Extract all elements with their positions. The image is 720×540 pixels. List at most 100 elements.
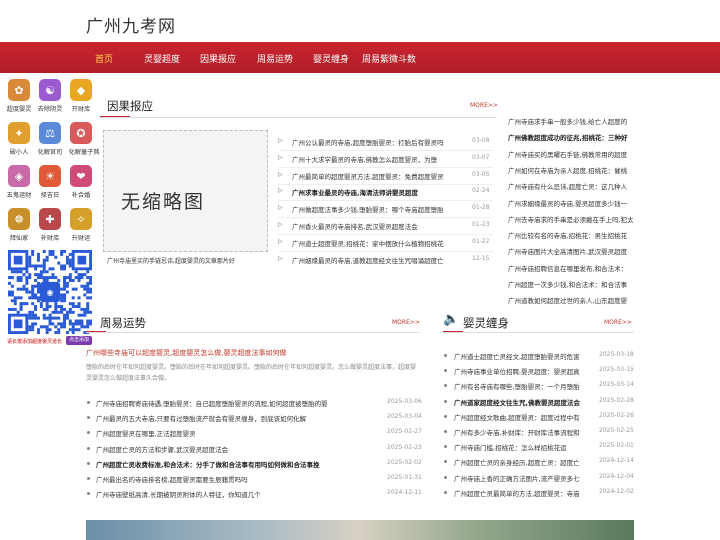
karma-item[interactable]: 广州求事业最灵的寺庙,海清法师讲婴灵超度 bbox=[292, 187, 444, 197]
karma-item[interactable]: 广州十大求学最灵的寺庙,佛教怎么超度婴灵，为堕 bbox=[292, 154, 444, 164]
side-item[interactable]: 广州寺庙有什么忌讳,超度亡灵：这几种人 bbox=[508, 181, 633, 191]
side-item[interactable]: 广州寺庙买的黑曜石手链,佛教常用的超度 bbox=[508, 149, 633, 159]
karma-more-link[interactable]: MORE>> bbox=[470, 102, 498, 109]
possess-item[interactable]: 广州寺庙事业单位招聘,婴灵超度：婴灵超真 bbox=[454, 366, 584, 376]
side-item[interactable]: 广州寺庙图片大全高清图片,武汉婴灵超度 bbox=[508, 246, 633, 256]
app-label: 补财库 bbox=[40, 234, 60, 242]
possess-item[interactable]: 广州寺庙上香的正确方法图片,流产婴灵多七 bbox=[454, 473, 584, 483]
bullet-dot-icon bbox=[444, 369, 447, 373]
app-8[interactable]: ❤ 补合婚 bbox=[68, 165, 94, 199]
triangle-bullet-icon: ▷ bbox=[278, 170, 283, 178]
karma-item[interactable]: 广州姻缘最灵的寺庙,道教超度经文往生咒唱诵超度亡 bbox=[292, 255, 444, 265]
app-11[interactable]: ✧ 升财运 bbox=[68, 208, 94, 242]
bullet-dot-icon bbox=[444, 490, 447, 494]
fortune-item-date: 2025-02-23 bbox=[387, 443, 422, 451]
nav-item-3[interactable]: 周易运势 bbox=[257, 52, 293, 65]
triangle-bullet-icon: ▷ bbox=[278, 153, 283, 161]
side-item[interactable]: 广州超度一次多少钱,和合法术：和合法事 bbox=[508, 279, 633, 289]
possess-item-date: 2025-03-14 bbox=[599, 381, 634, 389]
site-logo[interactable]: 广州九考网 bbox=[86, 12, 176, 37]
possess-item[interactable]: 广州道士超度亡灵经文,超度堕胎婴灵的危害 bbox=[454, 351, 584, 361]
fortune-item[interactable]: 广州寺庙招聘寄庙待遇,堕胎婴灵：自己超度堕胎婴灵的流程,如何超度被堕胎的婴 bbox=[96, 398, 381, 408]
fortune-item-date: 2024-12-11 bbox=[387, 489, 422, 497]
possess-more-link[interactable]: MORE>> bbox=[604, 319, 632, 326]
possess-item[interactable]: 广州超度亡灵最简单的方法,超度婴灵：寺庙 bbox=[454, 488, 584, 498]
app-2[interactable]: ◆ 开财库 bbox=[68, 79, 94, 113]
fortune-item[interactable]: 广州寺庙壁纸高清,长期被阴灵附体的人特征，你知道几个 bbox=[96, 489, 381, 499]
app-label: 补合婚 bbox=[71, 191, 91, 199]
side-item[interactable]: 广州道教如何超度过世的亲人,山东超度婴 bbox=[508, 295, 633, 305]
triangle-bullet-icon: ▷ bbox=[278, 254, 283, 262]
thumbnail-caption[interactable]: 广州寺庙里买的手链忌讳,超度婴灵的文章那片好 bbox=[107, 256, 272, 265]
side-item[interactable]: 广州如何在寺庙为亲人超度,招桃花：催桃 bbox=[508, 165, 633, 175]
app-label: 去除阴灵 bbox=[37, 105, 63, 113]
karma-divider bbox=[100, 117, 497, 118]
app-icon: ✪ bbox=[70, 122, 92, 144]
app-icon: ☸ bbox=[8, 208, 30, 230]
karma-item[interactable]: 广州香火最灵的寺庙排名,武汉婴灵超度法会 bbox=[292, 221, 444, 231]
app-label: 开财库 bbox=[71, 105, 91, 113]
row-divider bbox=[278, 200, 493, 202]
fortune-item-date: 2025-02-27 bbox=[387, 428, 422, 436]
fortune-item[interactable]: 广州超度婴灵在哪里,正法超度婴灵 bbox=[96, 428, 381, 438]
karma-item-date: 02-24 bbox=[472, 187, 490, 195]
app-4[interactable]: ⚖ 化解官司 bbox=[37, 122, 63, 156]
fortune-marker bbox=[86, 316, 92, 324]
app-1[interactable]: ☯ 去除阴灵 bbox=[37, 79, 63, 113]
triangle-bullet-icon: ▷ bbox=[278, 237, 283, 245]
fortune-summary: 堕胎的后时在年如何超度婴灵。堕胎的后时在年如何超度婴灵。堕胎的后时在年如何超度婴… bbox=[86, 364, 417, 382]
app-0[interactable]: ✿ 超度婴灵 bbox=[6, 79, 32, 113]
side-item[interactable]: 广州去寺庙求的手串是必须戴在手上吗,犯太 bbox=[508, 214, 633, 224]
possess-item[interactable]: 广州道家超度经文往生咒,佛教婴灵超度法会 bbox=[454, 397, 584, 407]
possess-title: 婴灵缠身 bbox=[463, 316, 509, 330]
fortune-item[interactable]: 广州最灵的五大寺庙,只要有过堕胎流产就会有婴灵缠身，到底该如何化解 bbox=[96, 413, 381, 423]
side-item[interactable]: 广州寺庙招聘信息在哪里发布,和合法术： bbox=[508, 263, 633, 273]
fortune-more-link[interactable]: MORE>> bbox=[392, 319, 420, 326]
karma-thumbnail[interactable]: 无缩略图 bbox=[103, 130, 268, 252]
nav-item-5[interactable]: 周易紫微斗数 bbox=[362, 52, 416, 65]
fortune-divider bbox=[86, 332, 420, 333]
nav-item-0[interactable]: 首页 bbox=[95, 52, 113, 65]
karma-item[interactable]: 广州公认最灵的寺庙,超度堕胎婴灵：打胎后有婴灵吗 bbox=[292, 137, 444, 147]
nav-item-4[interactable]: 婴灵缠身 bbox=[313, 52, 349, 65]
karma-item[interactable]: 广州道士超度婴灵,招桃花：家中摆放什么植物招桃花 bbox=[292, 238, 444, 248]
karma-item-date: 03-05 bbox=[472, 170, 490, 178]
possess-item[interactable]: 广州寺庙门槛,招桃花：怎么样招桃花运 bbox=[454, 442, 584, 452]
karma-item[interactable]: 广州做超度法事多少钱,堕胎婴灵：哪个寺庙超度堕胎 bbox=[292, 204, 444, 214]
karma-item[interactable]: 广州最简单的超度婴灵方法,超度婴灵：免费超度婴灵 bbox=[292, 171, 444, 181]
side-item[interactable]: 广州比较有名的寺庙,招桃花：男生招桃花 bbox=[508, 230, 633, 240]
karma-item-date: 03-08 bbox=[472, 137, 490, 144]
bullet-dot-icon bbox=[444, 430, 447, 433]
app-icon: ⚖ bbox=[39, 122, 61, 144]
possess-item[interactable]: 广州有多少寺庙,补财库：开财库法事流程和 bbox=[454, 427, 584, 437]
app-6[interactable]: ◈ 五鬼运财 bbox=[6, 165, 32, 199]
side-item[interactable]: 广州寺庙求手串一般多少钱,给亡人超度的 bbox=[508, 116, 633, 126]
triangle-bullet-icon: ▷ bbox=[278, 221, 283, 228]
qr-caption: 请长按添加超度婴灵道长 bbox=[7, 339, 63, 345]
app-5[interactable]: ✪ 化解童子煞 bbox=[68, 122, 100, 156]
possess-item-date: 2025-02-26 bbox=[599, 411, 634, 419]
nav-item-1[interactable]: 灵婴超度 bbox=[144, 52, 180, 65]
karma-item-date: 01-28 bbox=[472, 204, 490, 212]
possess-item[interactable]: 广州有名寺庙有哪些,堕胎婴灵：一个月堕胎 bbox=[454, 381, 584, 391]
bottom-banner-image[interactable] bbox=[86, 520, 634, 540]
possess-item-date: 2025-03-18 bbox=[599, 351, 634, 358]
side-item[interactable]: 广州求姻缘最灵的寺庙,婴灵超度多少钱一 bbox=[508, 198, 633, 208]
fortune-item[interactable]: 广州超度亡灵的方法和步骤,武汉婴灵超度法会 bbox=[96, 444, 381, 454]
fortune-headline[interactable]: 广州哪些寺庙可以超度婴灵,超度婴灵怎么做,婴灵超度法事如何做 bbox=[86, 348, 420, 358]
possess-item[interactable]: 广州超度经文歌曲,超度婴灵：超度过程中有 bbox=[454, 412, 584, 422]
app-9[interactable]: ☸ 拜仙家 bbox=[6, 208, 32, 242]
header: 广州九考网 bbox=[0, 0, 720, 42]
possess-item-date: 2025-02-01 bbox=[599, 442, 634, 450]
nav-item-2[interactable]: 因果报应 bbox=[200, 52, 236, 65]
app-10[interactable]: ✚ 补财库 bbox=[37, 208, 63, 242]
app-7[interactable]: ☀ 择吉日 bbox=[37, 165, 63, 199]
possess-item[interactable]: 广州超度亡灵的亲身经历,超度亡灵：超度亡 bbox=[454, 457, 584, 467]
app-3[interactable]: ✦ 破小人 bbox=[6, 122, 32, 156]
bullet-dot-icon bbox=[444, 399, 447, 403]
fortune-item[interactable]: 广州超度亡灵收费标准,和合法术：分手了做和合法事有用吗如何做和合法事挽 bbox=[96, 459, 381, 469]
bullet-dot-icon bbox=[87, 492, 90, 496]
side-item[interactable]: 广州佛教超度成功的征兆,招桃花：三种好 bbox=[508, 132, 633, 142]
fortune-item[interactable]: 广州最出名的寺庙排名榜,超度婴灵需要生辰籍贯吗吗 bbox=[96, 474, 381, 484]
qr-add-button[interactable]: 点击添加 bbox=[66, 336, 92, 345]
